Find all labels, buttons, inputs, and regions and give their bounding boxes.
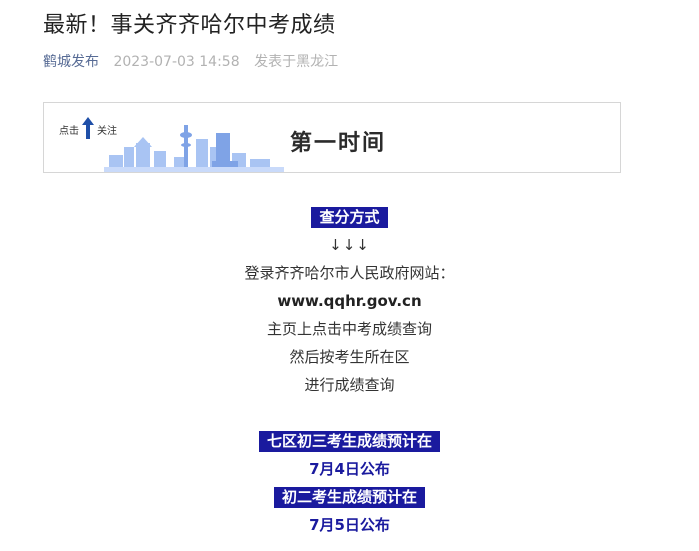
body-line-query: 进行成绩查询 — [304, 376, 395, 394]
release-date-grade8: 7月5日公布 — [309, 516, 390, 534]
follow-banner[interactable]: 点击 关注 第一时间 — [43, 102, 621, 173]
city-skyline-illustration — [104, 125, 284, 172]
release-date-grade9: 7月4日公布 — [309, 460, 390, 478]
article-body: 查分方式 ↓↓↓ 登录齐齐哈尔市人民政府网站： www.qqhr.gov.cn … — [0, 203, 699, 539]
body-line-login: 登录齐齐哈尔市人民政府网站： — [244, 264, 455, 282]
publish-datetime: 2023-07-03 14:58 — [113, 54, 240, 70]
body-line-district: 然后按考生所在区 — [289, 348, 410, 366]
account-name-link[interactable]: 鹤城发布 — [43, 54, 99, 70]
banner-slogan: 第一时间 — [290, 131, 387, 156]
down-arrows: ↓↓↓ — [329, 236, 370, 254]
click-label: 点击 — [59, 126, 79, 137]
section-tag-grade9: 七区初三考生成绩预计在 — [258, 431, 440, 452]
article-meta: 鹤城发布 2023-07-03 14:58 发表于黑龙江 — [43, 51, 338, 71]
section-tag-grade8: 初二考生成绩预计在 — [273, 487, 425, 508]
body-line-homepage: 主页上点击中考成绩查询 — [266, 320, 432, 338]
article-title: 最新！事关齐齐哈尔中考成绩 — [43, 13, 336, 38]
website-url: www.qqhr.gov.cn — [277, 292, 422, 310]
publish-location: 发表于黑龙江 — [254, 54, 339, 70]
section-tag-method: 查分方式 — [311, 207, 388, 228]
arrow-up-icon — [82, 117, 94, 139]
